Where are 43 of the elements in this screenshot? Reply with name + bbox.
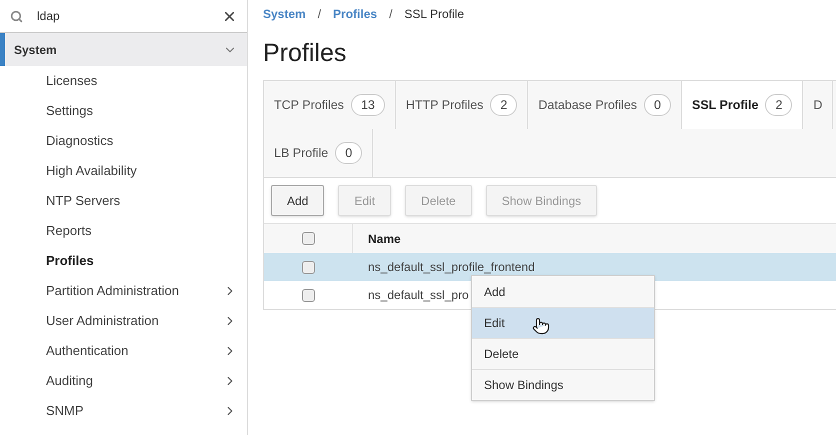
- sidebar-item[interactable]: Auditing: [0, 366, 247, 396]
- sidebar-item[interactable]: SNMP: [0, 396, 247, 426]
- checkbox[interactable]: [302, 288, 315, 302]
- search-icon: [10, 10, 23, 22]
- count-badge: 2: [490, 94, 518, 116]
- page-title: Profiles: [263, 38, 348, 70]
- menu-item[interactable]: Show Bindings: [472, 369, 654, 400]
- count-badge: 13: [350, 94, 385, 116]
- sidebar-item[interactable]: User Administration: [0, 306, 247, 336]
- sidebar-item[interactable]: NTP Servers: [0, 186, 247, 216]
- table-cell-text: ns_default_ssl_profile_frontend: [368, 259, 535, 276]
- breadcrumb-separator: /: [318, 6, 322, 23]
- sidebar-item[interactable]: Authentication: [0, 336, 247, 366]
- sidebar-item[interactable]: Licenses: [0, 66, 247, 96]
- tab[interactable]: TCP Profiles 13: [264, 81, 396, 129]
- breadcrumb-link[interactable]: System: [263, 5, 306, 23]
- search-value: ldap: [37, 8, 61, 25]
- tab[interactable]: HTTP Profiles 2: [396, 81, 528, 129]
- tab[interactable]: Database Profiles 0: [528, 81, 682, 129]
- count-badge: 0: [644, 94, 671, 116]
- sidebar-item[interactable]: Diagnostics: [0, 126, 247, 156]
- checkbox[interactable]: [302, 232, 314, 245]
- tab[interactable]: D: [803, 81, 834, 129]
- sidebar-item[interactable]: High Availability: [0, 156, 247, 186]
- hand-cursor-icon: [532, 316, 550, 336]
- sidebar-item[interactable]: Reports: [0, 216, 247, 246]
- breadcrumb-separator: /: [389, 6, 392, 23]
- checkbox[interactable]: [302, 260, 315, 274]
- sidebar-item[interactable]: Profiles: [0, 246, 247, 276]
- count-badge: 2: [765, 94, 792, 116]
- sidebar-item[interactable]: Settings: [0, 96, 247, 126]
- sidebar-section[interactable]: System: [0, 33, 247, 66]
- menu-item[interactable]: Delete: [472, 338, 654, 369]
- toolbar-button[interactable]: Add: [271, 185, 324, 216]
- column-header[interactable]: Name: [368, 230, 401, 248]
- breadcrumb-link[interactable]: Profiles: [333, 5, 378, 23]
- sidebar-item[interactable]: Partition Administration: [0, 276, 247, 306]
- count-badge: 0: [335, 142, 362, 164]
- table-cell-text: ns_default_ssl_pro: [368, 287, 469, 304]
- menu-item[interactable]: Edit: [472, 307, 654, 338]
- table-row[interactable]: ns_default_ssl_profile_frontend: [264, 253, 836, 281]
- breadcrumb-current: SSL Profile: [404, 6, 464, 23]
- tab[interactable]: SSL Profile 2: [682, 81, 804, 129]
